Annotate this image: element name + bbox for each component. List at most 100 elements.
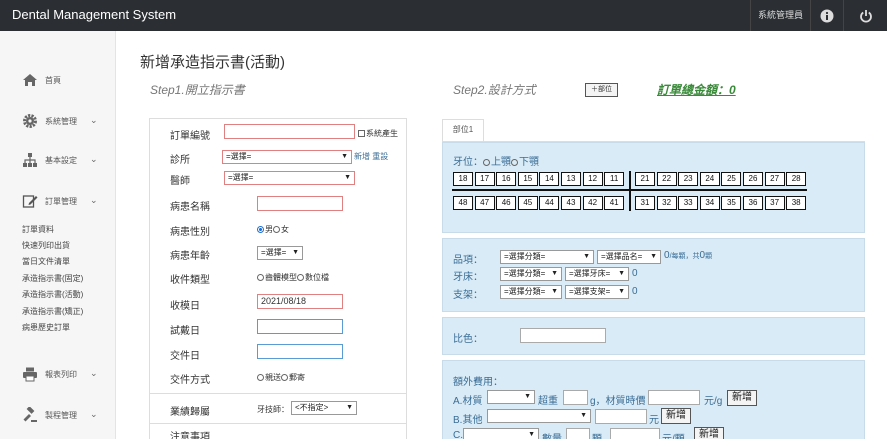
tooth-13-button[interactable]: 13	[561, 172, 581, 186]
chevron-down-icon: ▼	[344, 174, 351, 181]
sidebar-sub-item[interactable]: 當日文件清單	[22, 256, 70, 267]
tech-label: 牙技師：	[257, 405, 289, 414]
tech-select[interactable]: <不指定> ▼	[291, 401, 357, 415]
tryin-date-input[interactable]	[257, 319, 343, 334]
tooth-46-button[interactable]: 46	[496, 196, 517, 210]
bed-select[interactable]: =選擇牙床= ▼	[565, 267, 629, 281]
tooth-23-button[interactable]: 23	[678, 172, 699, 186]
patient-name-input[interactable]	[257, 196, 343, 211]
tooth-42-button[interactable]: 42	[582, 196, 603, 210]
gender-radio-group[interactable]: 男女	[257, 224, 289, 235]
user-menu[interactable]: 系統管理員	[750, 0, 810, 31]
clinic-add-reset-links[interactable]: 新增 重設	[354, 151, 388, 162]
gavel-icon	[23, 407, 37, 422]
product-price-info: 0/每顆，共0顆	[664, 250, 712, 261]
radio-icon[interactable]	[511, 159, 518, 166]
radio-icon[interactable]	[273, 226, 280, 233]
tooth-16-button[interactable]: 16	[496, 172, 517, 186]
tooth-33-button[interactable]: 33	[678, 196, 699, 210]
tooth-31-button[interactable]: 31	[635, 196, 655, 210]
tooth-18-button[interactable]: 18	[453, 172, 473, 186]
clinic-select[interactable]: =選擇= ▼	[222, 150, 352, 164]
sidebar-sub-item[interactable]: 快速列印出貨	[22, 240, 70, 251]
tooth-11-button[interactable]: 11	[604, 172, 625, 186]
tooth-15-button[interactable]: 15	[517, 172, 538, 186]
product-name-select[interactable]: =選擇品名= ▼	[597, 250, 661, 264]
sidebar-sub-item[interactable]: 承造指示書(矯正)	[22, 306, 83, 317]
tooth-47-button[interactable]: 47	[474, 196, 495, 210]
sidebar-item-process[interactable]: 製程管理 ⌄	[0, 402, 116, 428]
extra-a-price-input[interactable]	[648, 390, 700, 405]
tooth-44-button[interactable]: 44	[539, 196, 560, 210]
frame-category-select[interactable]: =選擇分類= ▼	[500, 285, 562, 299]
extra-a-material-select[interactable]: ▼	[487, 390, 535, 404]
delivery-date-input[interactable]	[257, 344, 343, 359]
sidebar-sub-item[interactable]: 承造指示書(固定)	[22, 273, 83, 284]
extra-fee-panel: 額外費用： A.材質 ▼ 超重 g，材質時價 元/g 新增 B.其他 ▼ 元 新…	[442, 360, 865, 439]
tooth-24-button[interactable]: 24	[699, 172, 720, 186]
extra-a-add-button[interactable]: 新增	[727, 390, 757, 406]
add-part-button[interactable]: ＋部位	[585, 83, 618, 97]
extra-a-price-unit: 元/g	[704, 396, 723, 407]
tooth-48-button[interactable]: 48	[453, 196, 473, 210]
frame-select[interactable]: =選擇支架= ▼	[565, 285, 629, 299]
tooth-34-button[interactable]: 34	[699, 196, 720, 210]
receive-date-input[interactable]: 2021/08/18	[257, 294, 343, 309]
radio-icon[interactable]	[257, 274, 264, 281]
sidebar-item-basic[interactable]: 基本設定 ⌄	[0, 147, 116, 173]
power-icon[interactable]	[843, 0, 887, 31]
extra-c-add-button[interactable]: 新增	[694, 427, 724, 439]
tab-part-1[interactable]: 部位1	[442, 119, 484, 141]
delivery-method-radio-group[interactable]: 親送 郵寄	[257, 372, 305, 383]
sidebar-sub-item[interactable]: 訂單資料	[22, 224, 54, 235]
tooth-36-button[interactable]: 36	[743, 196, 763, 210]
tooth-25-button[interactable]: 25	[721, 172, 742, 186]
auto-generate-checkbox[interactable]: 系統產生	[358, 128, 398, 139]
radio-icon[interactable]	[483, 159, 490, 166]
extra-a-weight-input[interactable]	[563, 390, 588, 405]
doctor-select[interactable]: =選擇= ▼	[224, 171, 355, 185]
radio-icon[interactable]	[257, 374, 264, 381]
tooth-43-button[interactable]: 43	[561, 196, 581, 210]
extra-b-price-input[interactable]	[595, 409, 647, 424]
radio-icon[interactable]	[281, 374, 288, 381]
extra-c-select[interactable]: ▼	[463, 428, 539, 439]
radio-icon[interactable]	[297, 274, 304, 281]
patient-name-label: 病患名稱	[170, 202, 210, 213]
sidebar-item-home[interactable]: 首頁	[0, 67, 116, 93]
extra-b-add-button[interactable]: 新增	[661, 408, 691, 424]
extra-c-price-input[interactable]	[610, 428, 660, 439]
tooth-21-button[interactable]: 21	[635, 172, 655, 186]
extra-b-select[interactable]: ▼	[487, 409, 591, 423]
tooth-17-button[interactable]: 17	[474, 172, 495, 186]
sidebar-item-orders[interactable]: 訂單管理 ⌄	[0, 188, 116, 214]
sidebar-sub-item[interactable]: 病患歷史訂單	[22, 322, 70, 333]
tooth-41-button[interactable]: 41	[604, 196, 625, 210]
extra-c-qty-input[interactable]	[566, 428, 590, 439]
sidebar-item-system[interactable]: 系統管理 ⌄	[0, 108, 116, 134]
tooth-12-button[interactable]: 12	[582, 172, 603, 186]
tooth-38-button[interactable]: 38	[786, 196, 807, 210]
sitemap-icon	[23, 153, 37, 167]
tooth-26-button[interactable]: 26	[743, 172, 763, 186]
tooth-32-button[interactable]: 32	[656, 196, 677, 210]
tooth-35-button[interactable]: 35	[721, 196, 742, 210]
receive-type-radio-group[interactable]: 齒體模型 數位檔	[257, 272, 329, 283]
sidebar-sub-item[interactable]: 承造指示書(活動)	[22, 289, 83, 300]
chevron-down-icon: ⌄	[90, 368, 98, 378]
tooth-14-button[interactable]: 14	[539, 172, 560, 186]
age-select[interactable]: =選擇= ▼	[257, 246, 303, 260]
tooth-27-button[interactable]: 27	[764, 172, 785, 186]
tooth-45-button[interactable]: 45	[517, 196, 538, 210]
sidebar-item-report[interactable]: 報表列印 ⌄	[0, 361, 116, 387]
info-icon[interactable]	[810, 0, 843, 31]
tooth-28-button[interactable]: 28	[786, 172, 807, 186]
bed-category-select[interactable]: =選擇分類= ▼	[500, 267, 562, 281]
tooth-37-button[interactable]: 37	[764, 196, 785, 210]
home-icon	[23, 74, 37, 86]
product-category-select[interactable]: =選擇分類= ▼	[500, 250, 594, 264]
radio-selected-icon[interactable]	[257, 226, 264, 233]
tooth-22-button[interactable]: 22	[656, 172, 677, 186]
shade-input[interactable]	[520, 328, 606, 343]
order-no-input[interactable]	[224, 124, 355, 139]
